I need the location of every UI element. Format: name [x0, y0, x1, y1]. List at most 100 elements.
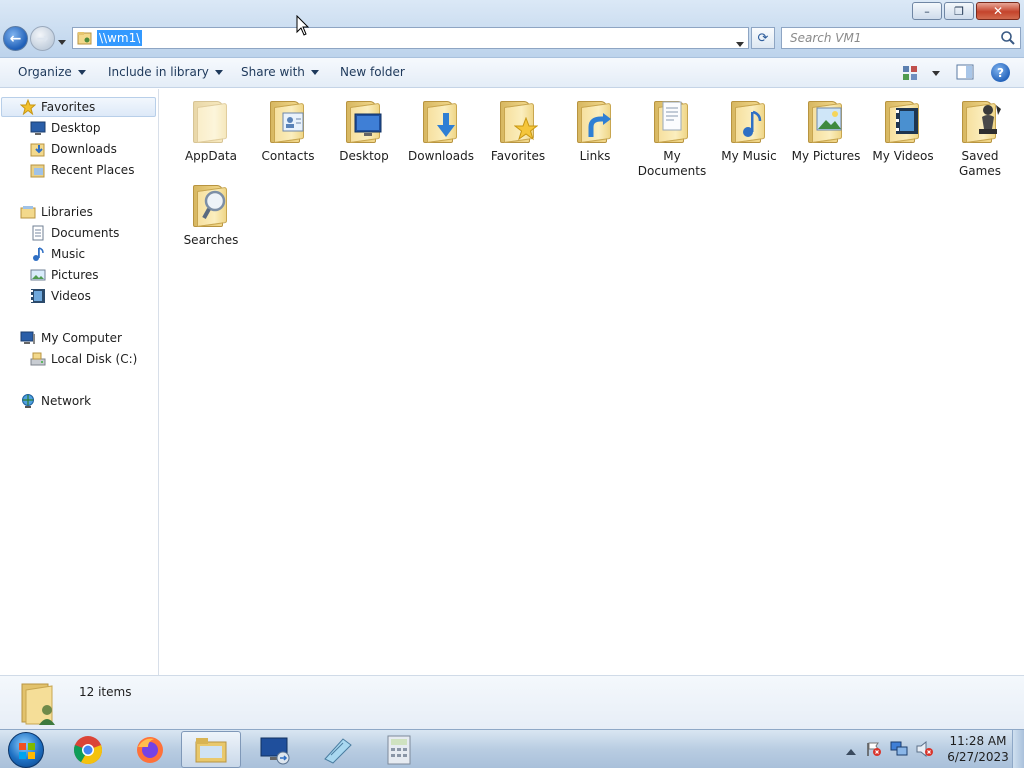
folder-item[interactable]: Favorites — [480, 97, 556, 164]
downloads-icon — [30, 141, 46, 157]
recent-pages-dropdown[interactable] — [58, 34, 68, 45]
help-icon: ? — [997, 65, 1004, 80]
taskbar-notepad[interactable] — [307, 731, 367, 768]
folder-favorites-icon — [494, 97, 542, 145]
show-hidden-icons-button[interactable] — [846, 744, 856, 758]
folder-item[interactable]: My Pictures — [788, 97, 864, 164]
share-with-label: Share with — [241, 65, 305, 79]
refresh-button[interactable]: ⟳ — [751, 27, 775, 49]
folder-label: My Documents — [637, 149, 707, 178]
nav-item-label: Downloads — [51, 142, 117, 156]
star-icon — [19, 98, 37, 116]
folder-item[interactable]: Links — [557, 97, 633, 164]
videos-icon — [30, 288, 46, 304]
search-input[interactable]: Search VM1 — [781, 27, 1021, 49]
preview-pane-button[interactable] — [956, 64, 974, 82]
taskbar-calculator[interactable] — [369, 731, 429, 768]
computer-icon — [20, 330, 36, 346]
folder-downloads-icon — [417, 97, 465, 145]
back-button[interactable]: ← — [3, 26, 28, 51]
nav-item-label: Recent Places — [51, 163, 135, 177]
chrome-icon — [73, 735, 103, 764]
nav-item-label: Music — [51, 247, 86, 261]
folder-label: Searches — [183, 233, 239, 247]
address-bar[interactable]: \\wm1\ — [72, 27, 749, 49]
network-status-icon[interactable] — [890, 741, 908, 760]
new-folder-label: New folder — [340, 65, 405, 79]
folder-item[interactable]: Searches — [173, 181, 249, 248]
nav-libraries[interactable]: Libraries — [20, 202, 93, 222]
folder-item[interactable]: Saved Games — [942, 97, 1018, 179]
nav-favorites-downloads[interactable]: Downloads — [30, 139, 117, 159]
forward-arrow-icon: → — [36, 30, 49, 47]
nav-libraries-videos[interactable]: Videos — [30, 286, 91, 306]
chevron-down-icon — [77, 69, 86, 75]
folder-item[interactable]: Downloads — [403, 97, 479, 164]
nav-item-label: Videos — [51, 289, 91, 303]
chevron-down-icon — [214, 69, 223, 75]
folder-label: Desktop — [339, 149, 389, 163]
search-icon[interactable] — [1000, 30, 1016, 46]
start-button[interactable] — [4, 731, 48, 768]
taskbar-explorer[interactable] — [181, 731, 241, 768]
folder-item[interactable]: Desktop — [326, 97, 402, 164]
include-in-library-button[interactable]: Include in library — [108, 65, 223, 79]
minimize-button[interactable]: – — [912, 2, 942, 20]
nav-local-disk[interactable]: Local Disk (C:) — [30, 349, 137, 369]
window-controls: – ❐ ✕ — [910, 2, 1020, 20]
nav-favorites-recent-places[interactable]: Recent Places — [30, 160, 134, 180]
folder-searches-icon — [187, 181, 235, 229]
change-view-button[interactable] — [902, 64, 942, 82]
folder-item[interactable]: AppData — [173, 97, 249, 164]
nav-network-label: Network — [41, 394, 92, 408]
nav-my-computer[interactable]: My Computer — [20, 328, 122, 348]
clock-time[interactable]: 11:28 AM — [946, 734, 1010, 748]
address-dropdown[interactable] — [736, 36, 744, 50]
nav-network[interactable]: Network — [20, 391, 91, 411]
close-button[interactable]: ✕ — [976, 2, 1020, 20]
nav-favorites[interactable]: Favorites — [1, 97, 156, 117]
folder-item[interactable]: Contacts — [250, 97, 326, 164]
remote-desktop-icon — [260, 737, 290, 764]
include-in-library-label: Include in library — [108, 65, 209, 79]
folder-item[interactable]: My Videos — [865, 97, 941, 164]
calculator-icon — [387, 735, 411, 764]
chevron-down-icon — [58, 40, 66, 45]
address-text[interactable]: \\wm1\ — [97, 30, 143, 46]
folder-item[interactable]: My Documents — [634, 97, 710, 179]
nav-favorites-desktop[interactable]: Desktop — [30, 118, 101, 138]
folder-documents-icon — [648, 97, 696, 145]
share-with-button[interactable]: Share with — [241, 65, 319, 79]
folder-label: Favorites — [490, 149, 546, 163]
organize-button[interactable]: Organize — [18, 65, 86, 79]
window-titlebar: – ❐ ✕ ← → \\wm1\ ⟳ Search VM1 — [0, 0, 1024, 58]
nav-libraries-pictures[interactable]: Pictures — [30, 265, 99, 285]
chevron-up-icon — [846, 749, 856, 755]
taskbar-chrome[interactable] — [58, 731, 118, 768]
mouse-cursor-icon — [296, 14, 310, 37]
new-folder-button[interactable]: New folder — [340, 65, 405, 79]
clock-date[interactable]: 6/27/2023 — [946, 750, 1010, 764]
folder-content-view: AppData Contacts Desktop Downloads Favor… — [160, 89, 1024, 675]
action-center-icon[interactable] — [866, 741, 882, 760]
close-icon: ✕ — [992, 4, 1004, 18]
show-desktop-button[interactable] — [1012, 730, 1024, 768]
nav-libraries-music[interactable]: Music — [30, 244, 85, 264]
taskbar-firefox[interactable] — [120, 731, 180, 768]
firefox-icon — [137, 736, 163, 763]
back-arrow-icon: ← — [9, 30, 22, 47]
folder-label: My Videos — [872, 149, 934, 163]
navigation-pane: Favorites Desktop Downloads Recent Place… — [0, 89, 159, 675]
taskbar-remote-desktop[interactable] — [245, 731, 305, 768]
maximize-button[interactable]: ❐ — [944, 2, 974, 20]
libraries-icon — [20, 204, 36, 220]
preview-pane-icon — [956, 64, 974, 80]
nav-item-label: Desktop — [51, 121, 101, 135]
folder-item[interactable]: My Music — [711, 97, 787, 164]
recent-places-icon — [30, 162, 46, 178]
volume-muted-icon[interactable] — [916, 740, 934, 760]
forward-button[interactable]: → — [30, 26, 55, 51]
nav-item-label: Pictures — [51, 268, 99, 282]
help-button[interactable]: ? — [991, 63, 1010, 82]
nav-libraries-documents[interactable]: Documents — [30, 223, 119, 243]
